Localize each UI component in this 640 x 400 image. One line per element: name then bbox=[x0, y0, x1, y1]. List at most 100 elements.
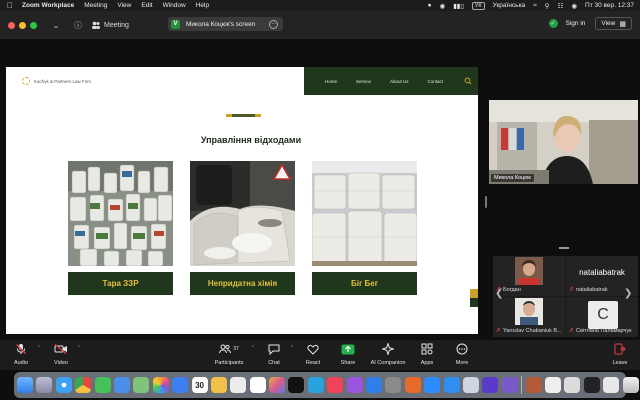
clock[interactable]: Пт 30 вер. 12:37 bbox=[585, 2, 634, 9]
window-controls bbox=[8, 21, 41, 29]
more-button[interactable]: More bbox=[445, 343, 479, 369]
search-icon[interactable] bbox=[464, 77, 472, 85]
close-window-button[interactable] bbox=[8, 21, 15, 29]
calendar-icon[interactable]: 30 bbox=[191, 377, 208, 393]
apple-tv-icon[interactable] bbox=[288, 377, 305, 393]
keyboard-layout-name: Українська bbox=[492, 2, 526, 9]
safari-icon[interactable] bbox=[55, 377, 72, 393]
audio-button[interactable]: Audio ⌃ bbox=[4, 343, 41, 369]
launchpad-icon[interactable] bbox=[36, 377, 53, 393]
menu-edit[interactable]: Edit bbox=[141, 2, 152, 9]
creative-app-icon[interactable] bbox=[269, 377, 286, 393]
react-button[interactable]: React bbox=[296, 343, 330, 369]
podcasts-icon[interactable] bbox=[346, 377, 363, 393]
participant-tile[interactable]: ✗ Yaroslav Chabaniuk B... bbox=[493, 297, 565, 337]
side-scroll-tab[interactable] bbox=[470, 289, 478, 307]
music-icon[interactable] bbox=[327, 377, 344, 393]
reminders-icon[interactable] bbox=[230, 377, 247, 393]
service-card[interactable]: Тара ЗЗР bbox=[68, 161, 173, 295]
meeting-info-icon[interactable]: ⓘ bbox=[71, 18, 85, 32]
zoom-icon[interactable] bbox=[424, 377, 441, 393]
trash-icon[interactable] bbox=[622, 377, 639, 393]
menu-help[interactable]: Help bbox=[196, 2, 209, 9]
participant-display-name: nataliabatrak bbox=[579, 268, 625, 277]
keyboard-layout-badge[interactable]: УК bbox=[471, 1, 485, 10]
maps-icon[interactable] bbox=[133, 377, 150, 393]
participants-count: 37 bbox=[233, 346, 239, 352]
zoom-window-button[interactable] bbox=[30, 21, 37, 29]
chevron-down-icon[interactable]: ⌄ bbox=[49, 18, 63, 32]
chat-button[interactable]: Chat ⌃ bbox=[257, 343, 294, 369]
audio-label: Audio bbox=[13, 360, 29, 366]
menu-window[interactable]: Window bbox=[163, 2, 186, 9]
share-button[interactable]: Share bbox=[331, 343, 365, 369]
gallery-divider[interactable] bbox=[559, 247, 569, 249]
freeform-icon[interactable] bbox=[249, 377, 266, 393]
nav-about-us[interactable]: About Us bbox=[390, 79, 409, 84]
menu-app-name[interactable]: Zoom Workplace bbox=[22, 2, 74, 9]
siri-icon[interactable]: ◉ bbox=[571, 2, 577, 10]
caret-up-icon[interactable]: ⌃ bbox=[37, 345, 41, 351]
viber-icon[interactable] bbox=[501, 377, 518, 393]
video-button[interactable]: Video ⌃ bbox=[44, 343, 81, 369]
more-options-icon[interactable]: ⋯ bbox=[269, 19, 279, 29]
nav-home[interactable]: Home bbox=[325, 79, 337, 84]
chevron-left-icon[interactable]: ❮ bbox=[495, 288, 503, 299]
participant-tile[interactable]: С ✗ Світлана Паламарчук bbox=[566, 297, 638, 337]
photos-icon[interactable] bbox=[152, 377, 169, 393]
messenger-icon[interactable] bbox=[443, 377, 460, 393]
wifi-icon[interactable]: ≈ bbox=[533, 2, 537, 9]
zoom-status-icon[interactable]: ● bbox=[428, 2, 432, 9]
menu-meeting[interactable]: Meeting bbox=[84, 2, 107, 9]
finder-icon[interactable] bbox=[17, 377, 33, 393]
caret-up-icon[interactable]: ⌃ bbox=[251, 345, 255, 351]
downloads-folder-icon[interactable] bbox=[603, 377, 620, 393]
apple-icon[interactable]:  bbox=[6, 1, 14, 10]
nav-service[interactable]: Service bbox=[356, 79, 371, 84]
system-settings-icon[interactable] bbox=[385, 377, 402, 393]
ai-companion-button[interactable]: AI Companion bbox=[366, 343, 410, 369]
nav-contact[interactable]: Contact bbox=[428, 79, 444, 84]
telegram-icon[interactable] bbox=[307, 377, 324, 393]
caret-up-icon[interactable]: ⌃ bbox=[290, 345, 294, 351]
participants-button[interactable]: 37 Participants ⌃ bbox=[211, 343, 255, 369]
caret-up-icon[interactable]: ⌃ bbox=[77, 345, 81, 351]
chrome-icon[interactable] bbox=[75, 377, 92, 393]
participant-avatar: С bbox=[588, 301, 618, 329]
heart-icon bbox=[305, 343, 321, 355]
service-card[interactable]: Біг Бег bbox=[312, 161, 417, 295]
panel-resize-handle[interactable] bbox=[485, 196, 487, 208]
shared-screen-chip[interactable]: V Микола Коцюк's screen ⋯ bbox=[168, 17, 284, 31]
leave-label: Leave bbox=[612, 360, 628, 366]
preview-icon[interactable] bbox=[462, 377, 479, 393]
record-icon[interactable]: ◉ bbox=[440, 2, 446, 10]
participant-tile[interactable]: ✗ Богдан bbox=[493, 256, 565, 296]
mail-icon[interactable] bbox=[113, 377, 130, 393]
toolbox-icon[interactable] bbox=[404, 377, 421, 393]
recent-app-icon[interactable] bbox=[525, 377, 542, 393]
terminal-icon[interactable] bbox=[583, 377, 600, 393]
documents-folder-icon[interactable] bbox=[564, 377, 581, 393]
minimize-window-button[interactable] bbox=[19, 21, 26, 29]
app-store-icon[interactable] bbox=[366, 377, 383, 393]
view-button[interactable]: View ▦ bbox=[595, 17, 632, 30]
active-speaker-video[interactable]: Микола Коцюк bbox=[489, 100, 638, 184]
control-center-icon[interactable]: ☷ bbox=[558, 2, 564, 10]
keyboard-viewer-icon[interactable] bbox=[544, 377, 561, 393]
facetime-icon[interactable] bbox=[172, 377, 189, 393]
meeting-label[interactable]: Meeting bbox=[91, 20, 129, 30]
law-firm-logo[interactable]: Kachyk & Partners Law Firm bbox=[22, 77, 91, 85]
security-shield-icon[interactable]: ✓ bbox=[548, 19, 558, 28]
messages-icon[interactable] bbox=[94, 377, 111, 393]
menu-view[interactable]: View bbox=[117, 2, 131, 9]
battery-icon[interactable]: ▮▮▯ bbox=[453, 2, 464, 10]
apps-button[interactable]: Apps bbox=[410, 343, 444, 369]
chevron-right-icon[interactable]: ❯ bbox=[624, 288, 632, 299]
service-card[interactable]: Непридатна хімія bbox=[190, 161, 295, 295]
notes-icon[interactable] bbox=[210, 377, 227, 393]
screen-tool-icon[interactable] bbox=[482, 377, 499, 393]
search-icon[interactable]: ⚲ bbox=[545, 2, 550, 10]
leave-button[interactable]: Leave bbox=[603, 343, 637, 369]
sign-in-button[interactable]: Sign in bbox=[566, 20, 586, 27]
more-icon bbox=[454, 343, 470, 355]
